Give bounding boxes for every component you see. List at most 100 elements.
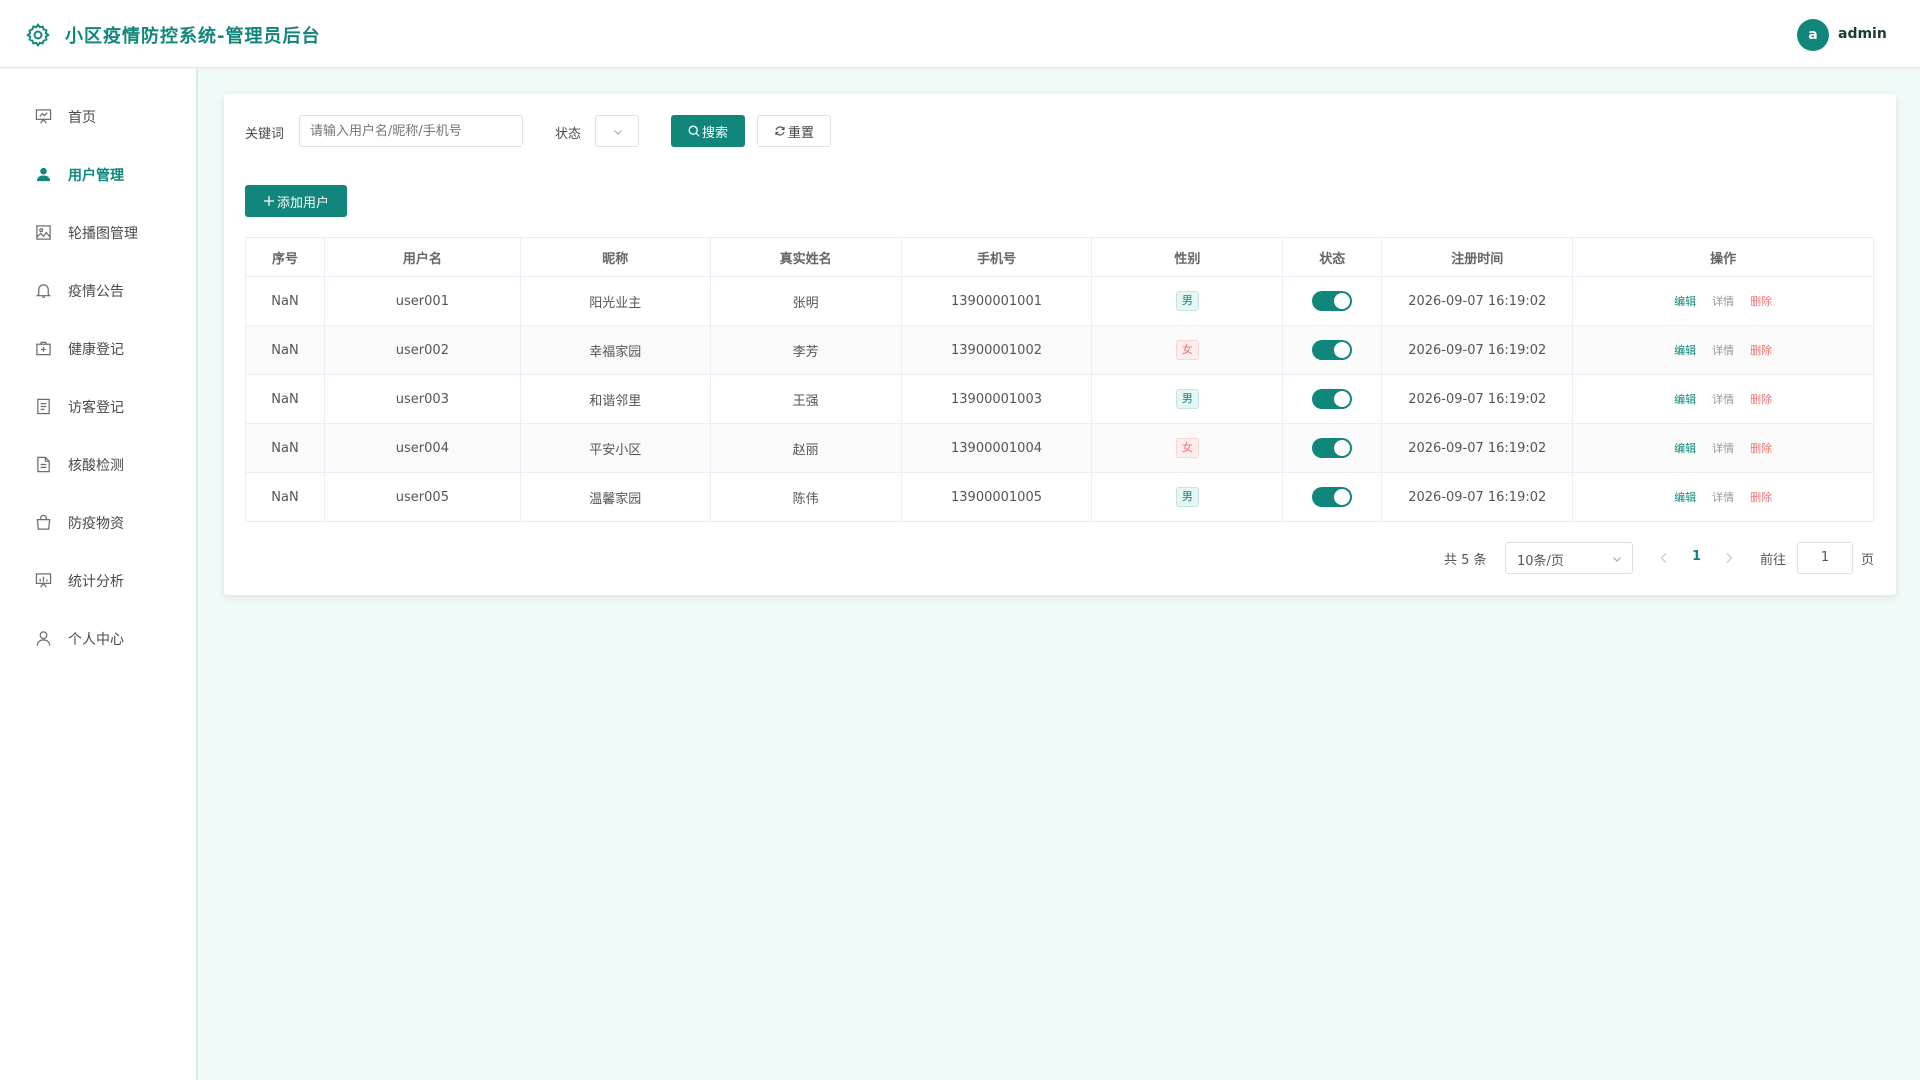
cell-gender: 男 bbox=[1091, 276, 1284, 326]
cell-username: user002 bbox=[324, 325, 521, 375]
sidebar-item-profile[interactable]: 个人中心 bbox=[0, 618, 196, 658]
cell-phone: 13900001002 bbox=[901, 325, 1093, 375]
chevron-down-icon bbox=[1613, 557, 1621, 562]
sidebar-item-users[interactable]: 用户管理 bbox=[0, 154, 196, 194]
sidebar-item-home[interactable]: 首页 bbox=[0, 96, 196, 136]
table-row: NaN user005 温馨家园 陈伟 13900001005 男 2026-0… bbox=[245, 472, 1874, 522]
status-toggle[interactable] bbox=[1312, 487, 1353, 507]
column-header-username: 用户名 bbox=[324, 237, 521, 277]
cell-gender: 女 bbox=[1091, 325, 1284, 375]
reset-button[interactable]: 重置 bbox=[757, 115, 831, 147]
gear-icon bbox=[26, 23, 50, 47]
sidebar-item-nucleic-test[interactable]: 核酸检测 bbox=[0, 444, 196, 484]
chevron-down-icon bbox=[614, 130, 622, 135]
cell-realname: 陈伟 bbox=[710, 472, 902, 522]
cell-index: NaN bbox=[245, 325, 325, 375]
next-page-icon[interactable] bbox=[1724, 552, 1734, 564]
cell-actions: 编辑 详情 删除 bbox=[1572, 423, 1874, 473]
goto-page-input[interactable]: 1 bbox=[1797, 542, 1853, 574]
sidebar-item-statistics[interactable]: 统计分析 bbox=[0, 560, 196, 600]
chart-board-icon bbox=[35, 573, 52, 588]
user-icon bbox=[36, 167, 51, 182]
current-page-number[interactable]: 1 bbox=[1692, 549, 1701, 564]
sidebar-item-announcements[interactable]: 疫情公告 bbox=[0, 270, 196, 310]
add-user-button[interactable]: 添加用户 bbox=[245, 185, 347, 217]
delete-link[interactable]: 删除 bbox=[1750, 442, 1772, 455]
column-header-phone: 手机号 bbox=[901, 237, 1093, 277]
cell-status bbox=[1282, 374, 1383, 424]
cell-phone: 13900001004 bbox=[901, 423, 1093, 473]
delete-link[interactable]: 删除 bbox=[1750, 344, 1772, 357]
edit-link[interactable]: 编辑 bbox=[1674, 393, 1696, 406]
detail-link[interactable]: 详情 bbox=[1712, 344, 1734, 357]
status-select[interactable] bbox=[595, 115, 639, 147]
cell-realname: 赵丽 bbox=[710, 423, 902, 473]
column-header-actions: 操作 bbox=[1572, 237, 1874, 277]
report-icon bbox=[37, 456, 50, 473]
cell-nickname: 幸福家园 bbox=[520, 325, 711, 375]
sidebar: 首页 用户管理 轮播图管理 疫情公告 健康登记 访客登记 核酸检测 防疫物资 统… bbox=[0, 69, 198, 1080]
detail-link[interactable]: 详情 bbox=[1712, 491, 1734, 504]
detail-link[interactable]: 详情 bbox=[1712, 295, 1734, 308]
cell-registered: 2026-09-07 16:19:02 bbox=[1381, 325, 1574, 375]
gender-tag: 男 bbox=[1175, 487, 1199, 507]
cell-status bbox=[1282, 472, 1383, 522]
username-label[interactable]: admin bbox=[1838, 26, 1887, 42]
cell-status bbox=[1282, 423, 1383, 473]
cell-phone: 13900001003 bbox=[901, 374, 1093, 424]
sidebar-item-label: 访客登记 bbox=[68, 400, 124, 416]
sidebar-item-label: 个人中心 bbox=[68, 632, 124, 648]
reset-button-label: 重置 bbox=[787, 125, 814, 141]
column-header-index: 序号 bbox=[245, 237, 325, 277]
cell-phone: 13900001001 bbox=[901, 276, 1093, 326]
cell-gender: 女 bbox=[1091, 423, 1284, 473]
page-size-value: 10条/页 bbox=[1517, 554, 1564, 569]
cell-username: user004 bbox=[324, 423, 521, 473]
table-row: NaN user002 幸福家园 李芳 13900001002 女 2026-0… bbox=[245, 325, 1874, 375]
delete-link[interactable]: 删除 bbox=[1750, 491, 1772, 504]
shopping-bag-icon bbox=[36, 514, 51, 530]
edit-link[interactable]: 编辑 bbox=[1674, 344, 1696, 357]
sidebar-item-visitors[interactable]: 访客登记 bbox=[0, 386, 196, 426]
sidebar-item-supplies[interactable]: 防疫物资 bbox=[0, 502, 196, 542]
status-toggle[interactable] bbox=[1312, 389, 1353, 409]
delete-link[interactable]: 删除 bbox=[1750, 393, 1772, 406]
avatar[interactable]: a bbox=[1797, 19, 1829, 51]
gender-tag: 男 bbox=[1175, 389, 1199, 409]
search-button[interactable]: 搜索 bbox=[671, 115, 745, 147]
edit-link[interactable]: 编辑 bbox=[1674, 491, 1696, 504]
table-row: NaN user004 平安小区 赵丽 13900001004 女 2026-0… bbox=[245, 423, 1874, 473]
sidebar-item-label: 用户管理 bbox=[68, 168, 124, 184]
toggle-knob bbox=[1334, 342, 1351, 358]
cell-nickname: 和谐邻里 bbox=[520, 374, 711, 424]
cell-status bbox=[1282, 325, 1383, 375]
cell-status bbox=[1282, 276, 1383, 326]
cell-registered: 2026-09-07 16:19:02 bbox=[1381, 423, 1574, 473]
sidebar-item-label: 核酸检测 bbox=[68, 458, 124, 474]
cell-realname: 李芳 bbox=[710, 325, 902, 375]
cell-actions: 编辑 详情 删除 bbox=[1572, 276, 1874, 326]
status-toggle[interactable] bbox=[1312, 291, 1353, 311]
cell-username: user001 bbox=[324, 276, 521, 326]
plus-icon bbox=[263, 196, 274, 206]
cell-nickname: 温馨家园 bbox=[520, 472, 711, 522]
status-toggle[interactable] bbox=[1312, 438, 1353, 458]
page-size-select[interactable]: 10条/页 bbox=[1505, 542, 1633, 574]
sidebar-item-label: 首页 bbox=[68, 110, 96, 126]
sidebar-item-carousel[interactable]: 轮播图管理 bbox=[0, 212, 196, 252]
status-toggle[interactable] bbox=[1312, 340, 1353, 360]
prev-page-icon[interactable] bbox=[1659, 552, 1669, 564]
users-table: 序号 用户名 昵称 真实姓名 手机号 性别 状态 注册时间 操作 NaN use… bbox=[245, 237, 1874, 522]
keyword-search-input[interactable] bbox=[299, 115, 523, 147]
toggle-knob bbox=[1334, 391, 1351, 407]
edit-link[interactable]: 编辑 bbox=[1674, 442, 1696, 455]
detail-link[interactable]: 详情 bbox=[1712, 393, 1734, 406]
sidebar-item-health[interactable]: 健康登记 bbox=[0, 328, 196, 368]
cell-index: NaN bbox=[245, 276, 325, 326]
search-icon bbox=[688, 125, 700, 137]
detail-link[interactable]: 详情 bbox=[1712, 442, 1734, 455]
goto-label: 前往 bbox=[1760, 553, 1787, 568]
gender-tag: 女 bbox=[1175, 438, 1199, 458]
edit-link[interactable]: 编辑 bbox=[1674, 295, 1696, 308]
delete-link[interactable]: 删除 bbox=[1750, 295, 1772, 308]
